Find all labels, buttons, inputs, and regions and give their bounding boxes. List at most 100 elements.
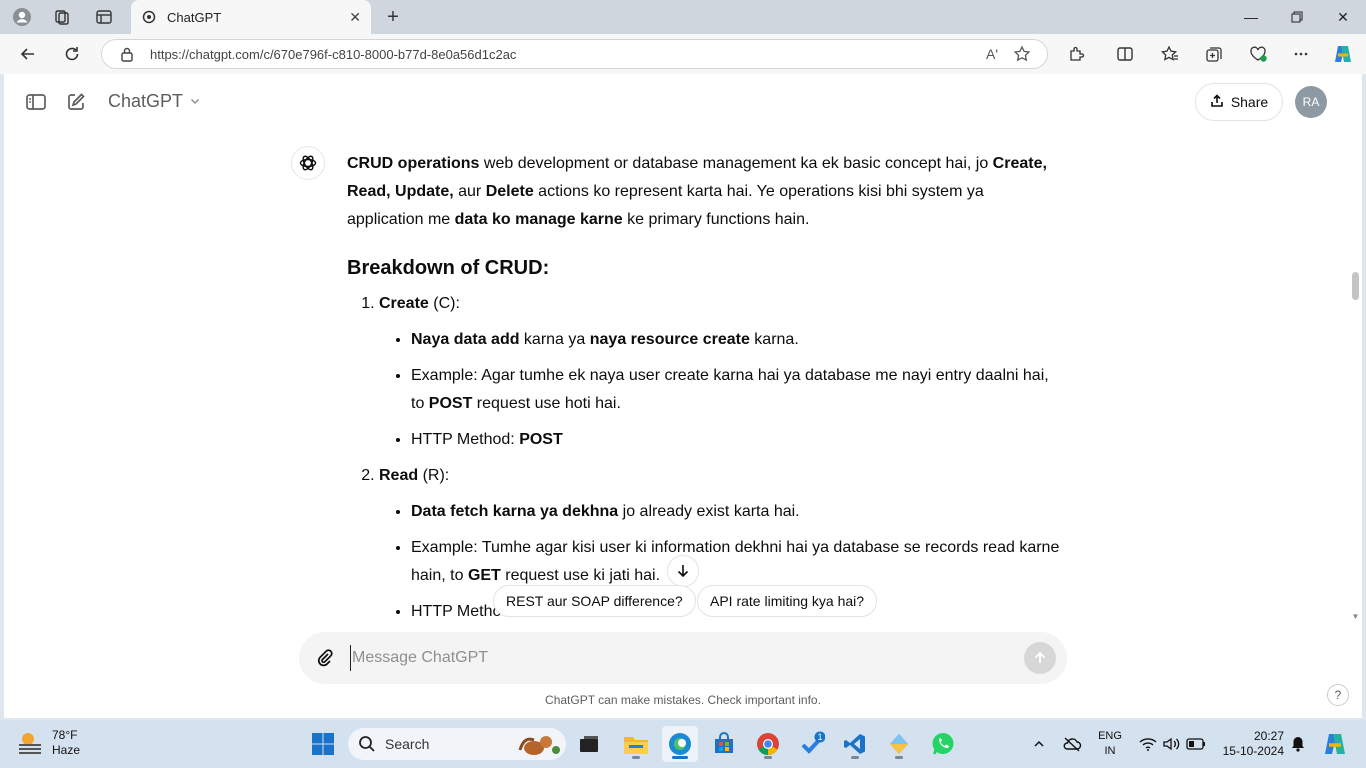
scrollbar-thumb[interactable]	[1352, 272, 1359, 300]
language-indicator[interactable]: ENG IN	[1093, 729, 1127, 759]
favorites-icon[interactable]	[1155, 40, 1185, 68]
running-indicator	[851, 756, 859, 759]
refresh-icon[interactable]	[57, 40, 87, 68]
task-view-icon[interactable]	[571, 726, 607, 762]
taskbar-search[interactable]: Search	[348, 728, 566, 760]
text-run: request use hoti hai.	[472, 395, 621, 412]
crud-list: Create (C): Naya data add karna ya naya r…	[379, 290, 1062, 626]
model-label: ChatGPT	[108, 91, 184, 111]
paperclip-icon[interactable]	[313, 646, 337, 670]
text-run: request use ki jati hai.	[500, 567, 661, 584]
show-hidden-icons-chevron-up-icon[interactable]	[1028, 720, 1050, 768]
battery-icon[interactable]	[1184, 720, 1208, 768]
clock-time: 20:27	[1253, 729, 1284, 743]
suggestion-chip[interactable]: REST aur SOAP difference?	[493, 585, 696, 617]
more-options-icon[interactable]	[1286, 40, 1316, 68]
windows-start-icon[interactable]	[305, 726, 341, 762]
back-icon[interactable]	[13, 40, 43, 68]
tab-chatgpt[interactable]: ChatGPT ✕	[131, 0, 371, 34]
clock-date: 15-10-2024	[1222, 744, 1284, 758]
share-icon	[1210, 93, 1224, 111]
volume-icon[interactable]	[1160, 720, 1182, 768]
active-indicator	[672, 756, 688, 759]
whatsapp-icon[interactable]	[925, 726, 961, 762]
notification-bell-icon[interactable]	[1288, 720, 1308, 768]
browser-essentials-icon[interactable]	[1243, 40, 1273, 68]
chrome-icon[interactable]	[750, 726, 786, 762]
text-run: jo already exist karta hai.	[618, 503, 800, 520]
send-button[interactable]	[1024, 642, 1056, 674]
browser-toolbar: https://chatgpt.com/c/670e796f-c810-8000…	[0, 34, 1366, 74]
new-tab-button[interactable]: +	[380, 4, 406, 30]
bold-text: Naya data add	[411, 331, 520, 348]
read-aloud-icon[interactable]: Aʹ	[977, 42, 1007, 66]
edge-browser-icon[interactable]	[662, 726, 698, 762]
detail-bullet: Naya data add karna ya naya resource cre…	[411, 326, 1062, 354]
close-window-icon[interactable]: ✕	[1320, 0, 1366, 34]
new-chat-icon[interactable]	[64, 90, 88, 114]
vscode-icon[interactable]	[837, 726, 873, 762]
user-avatar[interactable]: RA	[1295, 86, 1327, 118]
profile-icon[interactable]	[7, 4, 37, 30]
model-selector[interactable]: ChatGPT	[108, 91, 201, 112]
running-indicator	[895, 756, 903, 759]
bold-text: CRUD operations	[347, 155, 480, 172]
search-highlight-icon	[518, 736, 560, 755]
todo-app-icon[interactable]: 1	[794, 726, 830, 762]
workspaces-icon[interactable]	[47, 4, 77, 30]
bold-text: naya resource create	[589, 331, 750, 348]
address-bar[interactable]: https://chatgpt.com/c/670e796f-c810-8000…	[101, 39, 1048, 69]
help-button[interactable]: ?	[1327, 684, 1349, 706]
suggestion-chip[interactable]: API rate limiting kya hai?	[697, 585, 878, 617]
browser-tab-strip: ChatGPT ✕ + — ✕	[0, 0, 1366, 34]
running-indicator	[764, 756, 772, 759]
split-screen-icon[interactable]	[1110, 40, 1140, 68]
message-composer	[299, 632, 1067, 684]
text-run: web development or database management k…	[479, 155, 993, 172]
collections-icon[interactable]	[1199, 40, 1229, 68]
scroll-to-bottom-button[interactable]	[667, 555, 699, 587]
chatgpt-favicon-icon	[141, 9, 157, 25]
cloud-sync-off-icon[interactable]	[1060, 720, 1084, 768]
tab-actions-icon[interactable]	[89, 4, 119, 30]
photos-app-icon[interactable]	[881, 726, 917, 762]
file-explorer-icon[interactable]	[618, 726, 654, 762]
message-input[interactable]	[350, 645, 1010, 671]
detail-bullet: Example: Tumhe agar kisi user ki informa…	[411, 534, 1062, 590]
running-indicator	[632, 756, 640, 759]
close-tab-icon[interactable]: ✕	[349, 9, 361, 26]
scrollbar-down-arrow-icon[interactable]: ▼	[1349, 612, 1362, 621]
extensions-icon[interactable]	[1062, 40, 1092, 68]
favorite-star-icon[interactable]	[1007, 42, 1037, 66]
disclaimer-text: ChatGPT can make mistakes. Check importa…	[545, 693, 821, 707]
search-icon	[359, 736, 375, 752]
wifi-icon[interactable]	[1137, 720, 1159, 768]
share-label: Share	[1230, 94, 1269, 110]
weather-widget[interactable]: 78°F Haze	[16, 728, 80, 758]
system-clock[interactable]: 20:27 15-10-2024	[1218, 729, 1284, 759]
detail-bullet: Data fetch karna ya dekhna jo already ex…	[411, 498, 1062, 526]
intro-paragraph: CRUD operations web development or datab…	[347, 150, 1062, 234]
bold-text: POST	[519, 431, 563, 448]
share-button[interactable]: Share	[1195, 83, 1283, 121]
copilot-icon[interactable]	[1328, 40, 1358, 68]
bold-text: GET	[467, 567, 501, 584]
chevron-down-icon	[189, 91, 201, 112]
page-scrollbar[interactable]: ▼	[1349, 74, 1362, 626]
url-text[interactable]: https://chatgpt.com/c/670e796f-c810-8000…	[150, 47, 977, 62]
tab-title: ChatGPT	[167, 9, 222, 25]
lang-line2: IN	[1104, 745, 1116, 757]
site-info-lock-icon[interactable]	[120, 46, 136, 62]
microsoft-store-icon[interactable]	[706, 726, 742, 762]
chatgpt-page: ChatGPT Share RA CRUD operations web dev…	[4, 74, 1362, 718]
sidebar-toggle-icon[interactable]	[24, 90, 48, 114]
copilot-taskbar-icon[interactable]	[1318, 720, 1352, 768]
text-run: aur	[453, 183, 486, 200]
lang-line1: ENG	[1098, 730, 1122, 742]
crud-item-create: Create (C): Naya data add karna ya naya r…	[379, 290, 1062, 454]
minimize-icon[interactable]: —	[1228, 0, 1274, 34]
restore-icon[interactable]	[1274, 0, 1320, 34]
breakdown-heading: Breakdown of CRUD:	[347, 257, 550, 279]
crud-item-name: Create	[379, 295, 429, 312]
detail-bullet: Example: Agar tumhe ek naya user create …	[411, 362, 1062, 418]
